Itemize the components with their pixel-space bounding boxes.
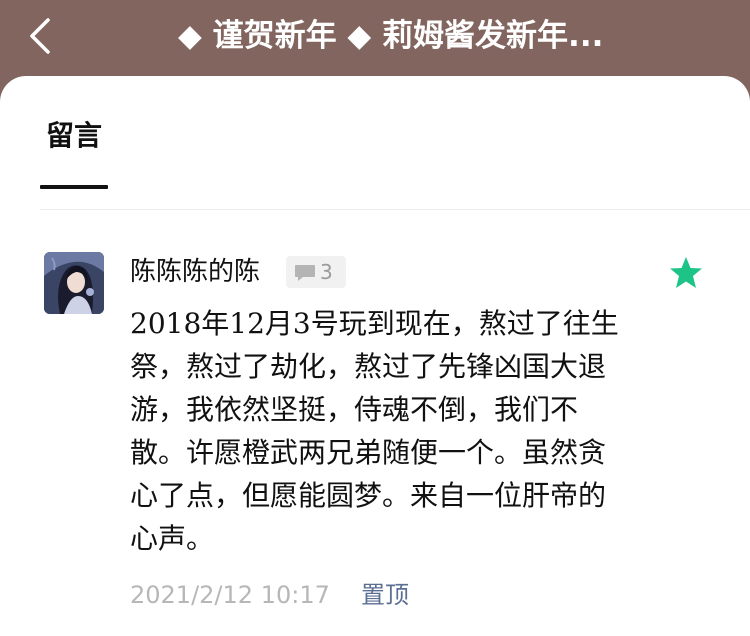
reply-count-badge[interactable]: 3: [286, 256, 346, 288]
favorite-star-button[interactable]: [668, 256, 704, 290]
comment-username[interactable]: 陈陈陈的陈: [130, 254, 260, 290]
active-tab-indicator: [40, 185, 108, 189]
tab-divider: [40, 209, 750, 210]
comment-text: 2018年12月3号玩到现在，熬过了往生祭，熬过了劫化，熬过了先锋凶国大退游，我…: [130, 307, 619, 555]
page-title: ◆ 谨贺新年 ◆ 莉姆酱发新年...: [178, 18, 604, 54]
comment-bubble-icon: [295, 265, 315, 281]
avatar-portrait-icon: [44, 252, 104, 314]
star-icon: [670, 257, 702, 288]
pin-to-top-button[interactable]: 置顶: [361, 578, 409, 612]
chevron-left-icon: [30, 18, 50, 54]
reply-count: 3: [320, 260, 333, 284]
avatar[interactable]: [44, 252, 104, 314]
comment-timestamp: 2021/2/12 10:17: [130, 581, 330, 609]
top-navigation-bar: ◆ 谨贺新年 ◆ 莉姆酱发新年...: [0, 0, 750, 76]
comments-panel: 留言 陈陈陈的陈 3 2018年12月3号玩到现在，熬过了往生祭，熬过了劫化，熬…: [0, 76, 750, 636]
tab-comments[interactable]: 留言: [40, 116, 108, 156]
back-button[interactable]: [22, 12, 66, 60]
